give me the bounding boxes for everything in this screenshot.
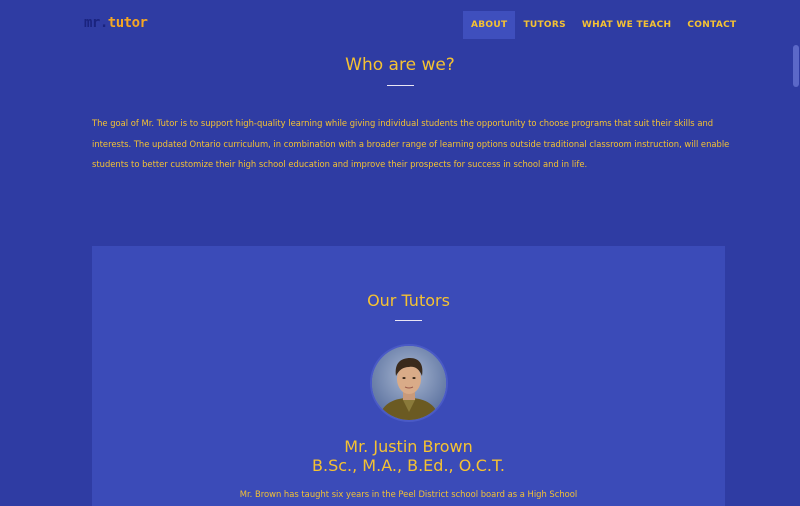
nav-tutors[interactable]: TUTORS: [515, 11, 573, 39]
tutor-bio: Mr. Brown has taught six years in the Pe…: [239, 489, 578, 499]
nav-contact[interactable]: CONTACT: [679, 11, 744, 39]
about-title-divider: [387, 85, 414, 86]
logo-mr-text: mr.: [84, 15, 108, 31]
tutors-section: Our Tutors Mr. Justin Brown B.Sc., M.A.,…: [92, 246, 725, 506]
tutor-avatar: [370, 344, 448, 422]
tutor-name: Mr. Justin Brown: [344, 437, 473, 456]
nav-about[interactable]: ABOUT: [463, 11, 516, 39]
about-description: The goal of Mr. Tutor is to support high…: [92, 118, 730, 169]
site-logo[interactable]: mr.tutor: [84, 15, 148, 31]
tutors-title-divider: [395, 320, 422, 321]
tutor-credentials: B.Sc., M.A., B.Ed., O.C.T.: [312, 456, 505, 475]
tutor-photo: [372, 346, 446, 420]
page-scrollbar[interactable]: [792, 0, 800, 500]
logo-tutor-text: tutor: [107, 15, 148, 31]
tutors-title: Our Tutors: [367, 291, 450, 310]
tutor-heading: Mr. Justin Brown B.Sc., M.A., B.Ed., O.C…: [92, 437, 725, 475]
main-nav: ABOUT TUTORS WHAT WE TEACH CONTACT: [463, 11, 744, 39]
about-title: Who are we?: [345, 55, 455, 75]
nav-what-we-teach[interactable]: WHAT WE TEACH: [574, 11, 680, 39]
